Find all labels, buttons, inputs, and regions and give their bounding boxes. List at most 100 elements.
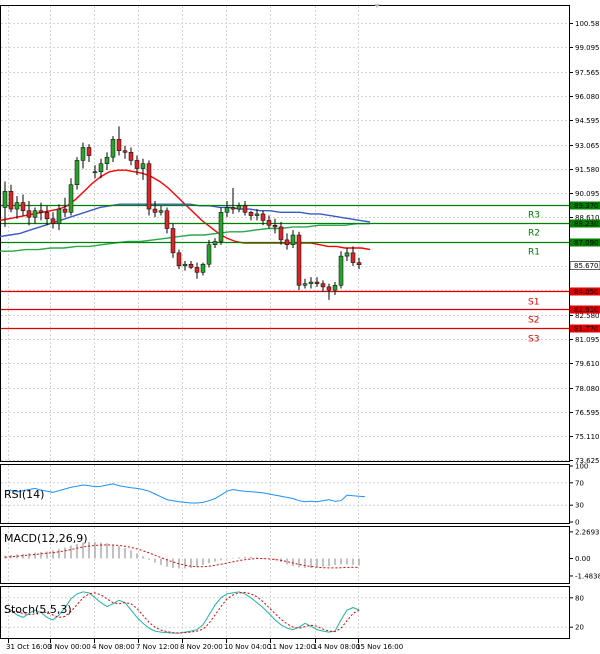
level-label: S2 xyxy=(528,316,539,326)
candle-up xyxy=(224,207,230,213)
candle-down xyxy=(266,220,272,226)
candle-down xyxy=(170,228,176,254)
price-panel: R3 R2 R1 S1 S2 S3 xyxy=(0,5,570,462)
candle-up xyxy=(182,263,188,267)
candle-up xyxy=(206,244,212,265)
price-tick-label: 93.065 xyxy=(575,142,600,150)
candle-down xyxy=(272,225,278,228)
price-tick-label: 81.095 xyxy=(575,336,600,344)
price-tick-label: 100.580 xyxy=(575,20,600,28)
chart-canvas: R3 R2 R1 S1 S2 S3 RSI(14) MACD(12,26,9) Stoch… xyxy=(0,4,600,651)
x-tick-label: 15 Nov 16:00 xyxy=(356,643,403,651)
candle-down xyxy=(314,281,320,284)
candle-down xyxy=(326,286,332,291)
candle-down xyxy=(128,152,134,161)
candle-down xyxy=(194,267,200,273)
x-tick-label: 10 Nov 04:00 xyxy=(224,643,271,651)
level-price-label: 87.090 xyxy=(574,239,599,247)
candle-down xyxy=(164,210,170,229)
candle-down xyxy=(38,210,44,213)
level-label: R3 xyxy=(528,211,540,221)
level-price-label: 88.230 xyxy=(574,220,599,228)
rsi-panel: RSI(14) xyxy=(0,464,570,524)
candle-up xyxy=(338,255,344,286)
rsi-panel-frame xyxy=(0,464,570,524)
candle-down xyxy=(230,207,236,210)
candle-up xyxy=(2,190,8,208)
candle-up xyxy=(104,156,110,164)
candle-down xyxy=(320,283,326,288)
candle-down xyxy=(62,208,68,213)
price-tick-label: 96.080 xyxy=(575,93,600,101)
stoch-tick-label: 20 xyxy=(575,624,584,632)
price-tick-label: 97.565 xyxy=(575,69,600,77)
x-tick-label: 7 Nov 12:00 xyxy=(136,643,179,651)
candle-down xyxy=(260,213,266,221)
candle-down xyxy=(44,212,50,220)
price-tick-label: 94.595 xyxy=(575,117,600,125)
candle-down xyxy=(278,226,284,241)
candle-up xyxy=(212,241,218,245)
stoch-tick-label: 80 xyxy=(575,594,584,602)
x-tick-label: 3 Nov 00:00 xyxy=(48,643,91,651)
price-tick-label: 79.610 xyxy=(575,360,600,368)
price-tick-label: 75.110 xyxy=(575,433,600,441)
level-price-label: 82.910 xyxy=(574,306,599,314)
x-tick-label: 31 Oct 16:00 xyxy=(6,643,52,651)
candle-down xyxy=(8,190,14,210)
candle-up xyxy=(302,283,308,286)
candle-down xyxy=(122,150,128,153)
candle-up xyxy=(254,213,260,216)
x-tick-label: 4 Nov 08:00 xyxy=(92,643,135,651)
candle-up xyxy=(308,281,314,284)
candle-down xyxy=(134,160,140,169)
macd-tick-label: 2.2693 xyxy=(575,528,600,536)
candle-down xyxy=(50,218,56,224)
candle-up xyxy=(56,208,62,224)
stoch-title: Stoch(5,5,3) xyxy=(4,603,72,616)
rsi-tick-label: 30 xyxy=(575,502,584,510)
candle-up xyxy=(110,139,116,158)
candle-down xyxy=(20,202,26,211)
level-price-label: 84.050 xyxy=(574,288,599,296)
candle-up xyxy=(344,252,350,257)
candle-down xyxy=(26,210,32,218)
x-tick-label: 11 Nov 12:00 xyxy=(268,643,315,651)
candle-down xyxy=(242,205,248,213)
price-tick-label: 91.580 xyxy=(575,166,600,174)
price-panel-frame xyxy=(0,5,570,462)
macd-title: MACD(12,26,9) xyxy=(4,532,88,545)
candle-up xyxy=(200,263,206,273)
candle-up xyxy=(332,285,338,291)
candle-down xyxy=(356,262,362,265)
x-tick-label: 8 Nov 20:00 xyxy=(180,643,223,651)
candle-down xyxy=(248,212,254,216)
level-label: S1 xyxy=(528,298,539,308)
candle-up xyxy=(290,234,296,245)
level-price-label: 89.370 xyxy=(574,202,599,210)
candle-up xyxy=(32,210,38,218)
price-tick-label: 90.095 xyxy=(575,190,600,198)
candle-down xyxy=(284,239,290,245)
candle-up xyxy=(140,163,146,169)
candle-down xyxy=(86,147,92,156)
price-tick-label: 76.595 xyxy=(575,409,600,417)
candle-down xyxy=(296,234,302,286)
candle-up xyxy=(14,202,20,210)
x-tick-label: 14 Nov 08:00 xyxy=(313,643,360,651)
candle-up xyxy=(158,210,164,213)
candle-up xyxy=(98,163,104,173)
level-label: R1 xyxy=(528,248,540,258)
candle-down xyxy=(116,139,122,151)
rsi-tick-label: 70 xyxy=(575,479,584,487)
price-tick-label: 99.095 xyxy=(575,44,600,52)
candle-up xyxy=(92,171,98,174)
rsi-title: RSI(14) xyxy=(4,488,44,501)
stoch-panel: Stoch(5,5,3) xyxy=(0,586,570,639)
candle-down xyxy=(146,163,152,210)
candle-up xyxy=(236,205,242,210)
stoch-panel-frame xyxy=(0,586,570,639)
rsi-tick-label: 100 xyxy=(575,463,588,471)
candle-down xyxy=(176,252,182,267)
price-tick-label: 78.080 xyxy=(575,385,600,393)
